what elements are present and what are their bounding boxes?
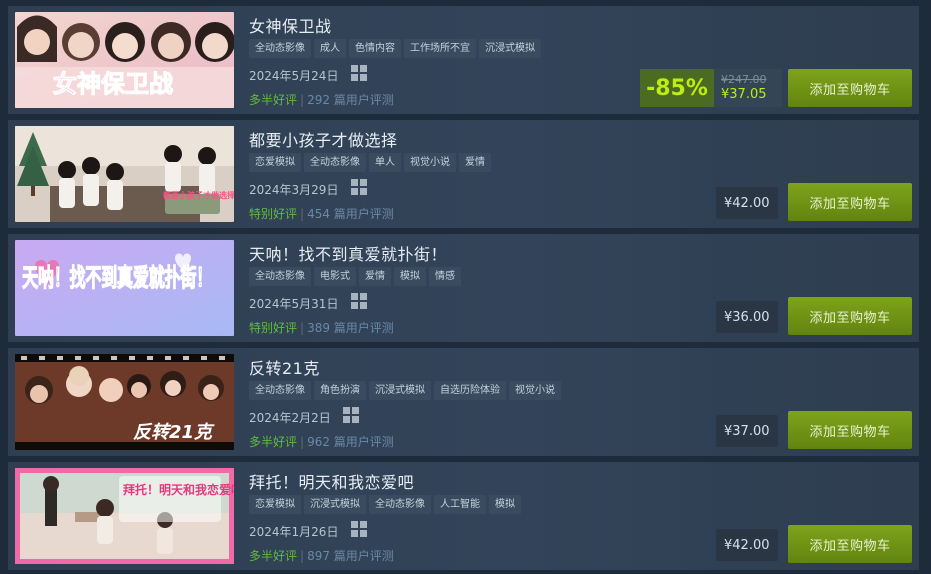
- review-count: 292 篇用户评测: [307, 93, 394, 107]
- tag[interactable]: 色情内容: [349, 39, 401, 58]
- review-label: 多半好评: [249, 435, 298, 449]
- tag[interactable]: 全动态影像: [249, 39, 311, 58]
- review-label: 多半好评: [249, 93, 298, 107]
- discount-badge: -85%: [640, 69, 714, 107]
- add-to-cart-button[interactable]: 添加至购物车: [788, 183, 912, 221]
- review-summary[interactable]: 特别好评 | 389 篇用户评测: [249, 319, 394, 336]
- capsule-art: 天呐！找不到真爱就扑街！: [15, 240, 234, 336]
- capsule-art: 女神保卫战: [15, 12, 234, 108]
- review-summary[interactable]: 多半好评 | 962 篇用户评测: [249, 433, 394, 450]
- capsule-art: 反转21克: [15, 354, 234, 450]
- review-count: 454 篇用户评测: [307, 207, 394, 221]
- game-title[interactable]: 天呐！找不到真爱就扑街！: [249, 241, 447, 265]
- tag[interactable]: 人工智能: [434, 495, 486, 514]
- cover-title-text: 女神保卫战: [53, 70, 173, 98]
- cover-title-text: 反转21克: [133, 422, 215, 443]
- review-label: 特别好评: [249, 321, 298, 335]
- game-capsule-image[interactable]: 反转21克: [15, 354, 234, 450]
- windows-icon: [351, 65, 367, 81]
- game-capsule-image[interactable]: 都要小孩子才做选择: [15, 126, 234, 222]
- tag[interactable]: 模拟: [489, 495, 521, 514]
- tag[interactable]: 恋爱模拟: [249, 495, 301, 514]
- tag[interactable]: 工作场所不宜: [404, 39, 476, 58]
- review-separator: |: [300, 321, 305, 335]
- tag-list: 全动态影像 成人 色情内容 工作场所不宜 沉浸式模拟: [249, 39, 541, 58]
- discount-prices: ¥247.00 ¥37.05: [714, 69, 782, 107]
- game-row[interactable]: 女神保卫战 女神保卫战 全动态影像 成人 色情内容 工作场所不宜 沉浸式模拟 2…: [8, 6, 919, 114]
- game-row[interactable]: 都要小孩子才做选择 都要小孩子才做选择 恋爱模拟 全动态影像 单人 视觉小说 爱…: [8, 120, 919, 228]
- game-row[interactable]: 反转21克 反转21克 全动态影像 角色扮演 沉浸式模拟 自选历险体验 视觉小说…: [8, 348, 919, 456]
- game-capsule-image[interactable]: 天呐！找不到真爱就扑街！: [15, 240, 234, 336]
- tag[interactable]: 成人: [314, 39, 346, 58]
- game-title[interactable]: 都要小孩子才做选择: [249, 127, 398, 151]
- original-price: ¥247.00: [721, 73, 767, 86]
- final-price: ¥37.05: [721, 87, 767, 102]
- review-count: 389 篇用户评测: [307, 321, 394, 335]
- game-capsule-image[interactable]: 拜托！明天和我恋爱吧: [15, 468, 234, 564]
- tag[interactable]: 模拟: [394, 267, 426, 286]
- tag[interactable]: 视觉小说: [509, 381, 561, 400]
- capsule-art: 拜托！明天和我恋爱吧: [15, 468, 234, 564]
- game-row[interactable]: 拜托！明天和我恋爱吧 拜托！明天和我恋爱吧 恋爱模拟 沉浸式模拟 全动态影像 人…: [8, 462, 919, 570]
- tag-list: 全动态影像 角色扮演 沉浸式模拟 自选历险体验 视觉小说: [249, 381, 561, 400]
- game-title[interactable]: 女神保卫战: [249, 13, 332, 37]
- add-to-cart-button[interactable]: 添加至购物车: [788, 411, 912, 449]
- price: ¥37.00: [716, 415, 778, 447]
- review-count: 897 篇用户评测: [307, 549, 394, 563]
- review-separator: |: [300, 93, 305, 107]
- tag[interactable]: 沉浸式模拟: [304, 495, 366, 514]
- tag[interactable]: 电影式: [314, 267, 356, 286]
- game-row[interactable]: 天呐！找不到真爱就扑街！ 天呐！找不到真爱就扑街！ 全动态影像 电影式 爱情 模…: [8, 234, 919, 342]
- tag[interactable]: 自选历险体验: [434, 381, 506, 400]
- release-date: 2024年5月31日: [249, 297, 339, 311]
- cover-title-text: 天呐！找不到真爱就扑街！: [22, 264, 212, 292]
- tag[interactable]: 全动态影像: [249, 381, 311, 400]
- tag[interactable]: 沉浸式模拟: [479, 39, 541, 58]
- capsule-art: 都要小孩子才做选择: [15, 126, 234, 222]
- tag[interactable]: 单人: [369, 153, 401, 172]
- review-label: 多半好评: [249, 549, 298, 563]
- review-summary[interactable]: 多半好评 | 292 篇用户评测: [249, 91, 394, 108]
- review-summary[interactable]: 多半好评 | 897 篇用户评测: [249, 547, 394, 564]
- search-results-list: 女神保卫战 女神保卫战 全动态影像 成人 色情内容 工作场所不宜 沉浸式模拟 2…: [0, 0, 931, 574]
- release-date: 2024年3月29日: [249, 183, 339, 197]
- tag-list: 恋爱模拟 全动态影像 单人 视觉小说 爱情: [249, 153, 491, 172]
- tag[interactable]: 爱情: [359, 267, 391, 286]
- price: ¥42.00: [716, 187, 778, 219]
- add-to-cart-button[interactable]: 添加至购物车: [788, 525, 912, 563]
- review-count: 962 篇用户评测: [307, 435, 394, 449]
- game-capsule-image[interactable]: 女神保卫战: [15, 12, 234, 108]
- windows-icon: [351, 521, 367, 537]
- review-separator: |: [300, 435, 305, 449]
- cover-title-text: 拜托！明天和我恋爱吧: [123, 482, 234, 497]
- review-separator: |: [300, 549, 305, 563]
- price: ¥42.00: [716, 529, 778, 561]
- review-separator: |: [300, 207, 305, 221]
- release-date: 2024年5月24日: [249, 69, 339, 83]
- tag[interactable]: 视觉小说: [404, 153, 456, 172]
- tag[interactable]: 角色扮演: [314, 381, 366, 400]
- tag-list: 全动态影像 电影式 爱情 模拟 情感: [249, 267, 461, 286]
- add-to-cart-button[interactable]: 添加至购物车: [788, 297, 912, 335]
- price: ¥36.00: [716, 301, 778, 333]
- review-label: 特别好评: [249, 207, 298, 221]
- release-date: 2024年2月2日: [249, 411, 331, 425]
- windows-icon: [351, 293, 367, 309]
- release-date: 2024年1月26日: [249, 525, 339, 539]
- tag[interactable]: 全动态影像: [369, 495, 431, 514]
- cover-title-text: 都要小孩子才做选择: [162, 190, 234, 200]
- tag[interactable]: 情感: [429, 267, 461, 286]
- game-title[interactable]: 反转21克: [249, 355, 320, 379]
- windows-icon: [343, 407, 359, 423]
- tag[interactable]: 全动态影像: [304, 153, 366, 172]
- tag[interactable]: 爱情: [459, 153, 491, 172]
- tag[interactable]: 恋爱模拟: [249, 153, 301, 172]
- game-title[interactable]: 拜托！明天和我恋爱吧: [249, 469, 414, 493]
- tag[interactable]: 沉浸式模拟: [369, 381, 431, 400]
- windows-icon: [351, 179, 367, 195]
- tag-list: 恋爱模拟 沉浸式模拟 全动态影像 人工智能 模拟: [249, 495, 521, 514]
- tag[interactable]: 全动态影像: [249, 267, 311, 286]
- review-summary[interactable]: 特别好评 | 454 篇用户评测: [249, 205, 394, 222]
- add-to-cart-button[interactable]: 添加至购物车: [788, 69, 912, 107]
